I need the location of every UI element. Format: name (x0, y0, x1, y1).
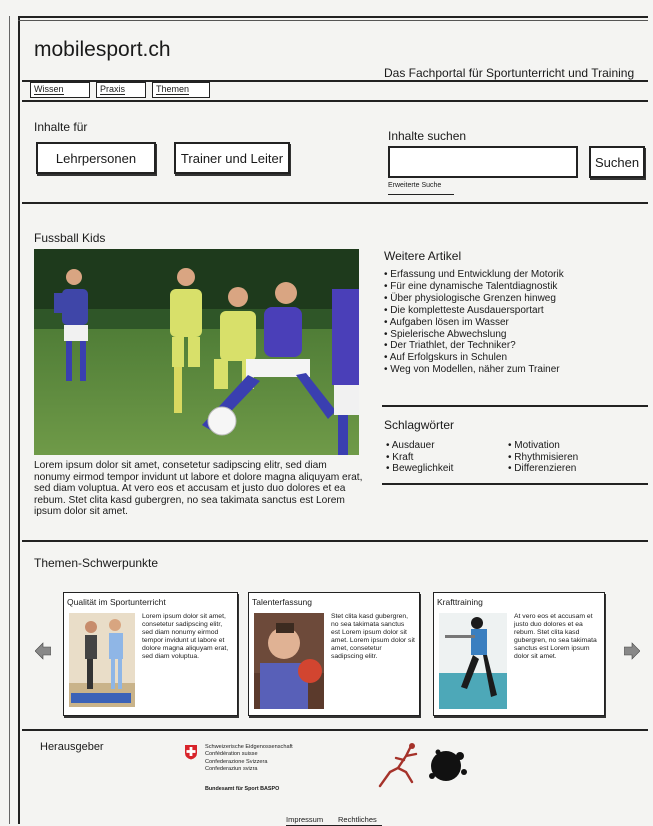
focus-card-text: At vero eos et accusam et justo duo dolo… (514, 613, 597, 660)
article-link[interactable]: • Der Triathlet, der Techniker? (384, 340, 564, 352)
audience-title: Inhalte für (34, 120, 88, 134)
search-title: Inhalte suchen (388, 129, 467, 143)
nav-tab-themen[interactable]: Themen (152, 82, 210, 98)
article-link[interactable]: • Aufgaben lösen im Wasser (384, 317, 564, 329)
keywords-title: Schlagwörter (384, 418, 455, 432)
carousel-next-arrow-icon[interactable] (623, 642, 641, 660)
focus-card-image (439, 613, 507, 709)
articles-list: • Erfassung und Entwicklung der Motorik … (384, 269, 564, 376)
focus-card-image (254, 613, 324, 709)
article-link[interactable]: • Weg von Modellen, näher zum Trainer (384, 364, 564, 376)
advanced-search-link[interactable]: Erweiterte Suche (388, 182, 441, 189)
site-tagline: Das Fachportal für Sportunterricht und T… (384, 66, 635, 80)
keywords-col1: • Ausdauer • Kraft • Beweglichkeit (386, 440, 453, 475)
focus-card-text: Lorem ipsum dolor sit amet, consetetur s… (142, 613, 229, 660)
search-button[interactable]: Suchen (589, 146, 645, 178)
keyword-link[interactable]: • Rhythmisieren (508, 452, 578, 464)
feature-image[interactable] (34, 249, 359, 455)
confederation-text: Schweizerische Eidgenossenschaft Confédé… (205, 744, 293, 773)
article-link[interactable]: • Spielerische Abwechslung (384, 329, 564, 341)
focus-card-image (69, 613, 135, 707)
article-link[interactable]: • Erfassung und Entwicklung der Motorik (384, 269, 564, 281)
focus-card-strength[interactable]: Krafttraining At vero eos et accusam et … (433, 592, 605, 716)
focus-card-title: Talenterfassung (252, 597, 313, 607)
site-title[interactable]: mobilesport.ch (34, 38, 171, 62)
swiss-cross-icon (184, 744, 198, 760)
keyword-link[interactable]: • Beweglichkeit (386, 463, 453, 475)
legal-link[interactable]: Rechtliches (338, 815, 377, 824)
focus-card-text: Stet clita kasd gubergren, no sea takima… (331, 613, 415, 660)
focus-card-title: Qualität im Sportunterricht (67, 597, 166, 607)
teachers-button[interactable]: Lehrpersonen (36, 142, 156, 174)
articles-title: Weitere Artikel (384, 249, 462, 263)
focus-card-title: Krafttraining (437, 597, 483, 607)
article-link[interactable]: • Auf Erfolgskurs in Schulen (384, 352, 564, 364)
focus-title: Themen-Schwerpunkte (34, 556, 159, 570)
keyword-link[interactable]: • Motivation (508, 440, 578, 452)
focus-card-quality[interactable]: Qualität im Sportunterricht Lorem ipsum … (63, 592, 238, 716)
nav-tab-wissen[interactable]: Wissen (30, 82, 90, 98)
keyword-link[interactable]: • Differenzieren (508, 463, 578, 475)
keywords-col2: • Motivation • Rhythmisieren • Differenz… (508, 440, 578, 475)
keyword-link[interactable]: • Ausdauer (386, 440, 453, 452)
article-link[interactable]: • Über physiologische Grenzen hinweg (384, 293, 564, 305)
mobilesport-logo-icon[interactable] (376, 742, 476, 790)
trainers-button[interactable]: Trainer und Leiter (174, 142, 290, 174)
search-input[interactable] (388, 146, 578, 178)
keyword-link[interactable]: • Kraft (386, 452, 453, 464)
baspo-text: Bundesamt für Sport BASPO (205, 786, 280, 792)
publisher-title: Herausgeber (40, 741, 104, 753)
article-link[interactable]: • Die kompletteste Ausdauersportart (384, 305, 564, 317)
feature-text: Lorem ipsum dolor sit amet, consetetur s… (34, 460, 363, 517)
focus-card-talent[interactable]: Talenterfassung Stet clita kasd gubergre… (248, 592, 420, 716)
article-link[interactable]: • Für eine dynamische Talentdiagnostik (384, 281, 564, 293)
main-nav: Wissen Praxis Themen (30, 82, 216, 98)
carousel-prev-arrow-icon[interactable] (34, 642, 52, 660)
nav-tab-praxis[interactable]: Praxis (96, 82, 146, 98)
impressum-link[interactable]: Impressum (286, 815, 323, 824)
feature-title[interactable]: Fussball Kids (34, 231, 105, 245)
